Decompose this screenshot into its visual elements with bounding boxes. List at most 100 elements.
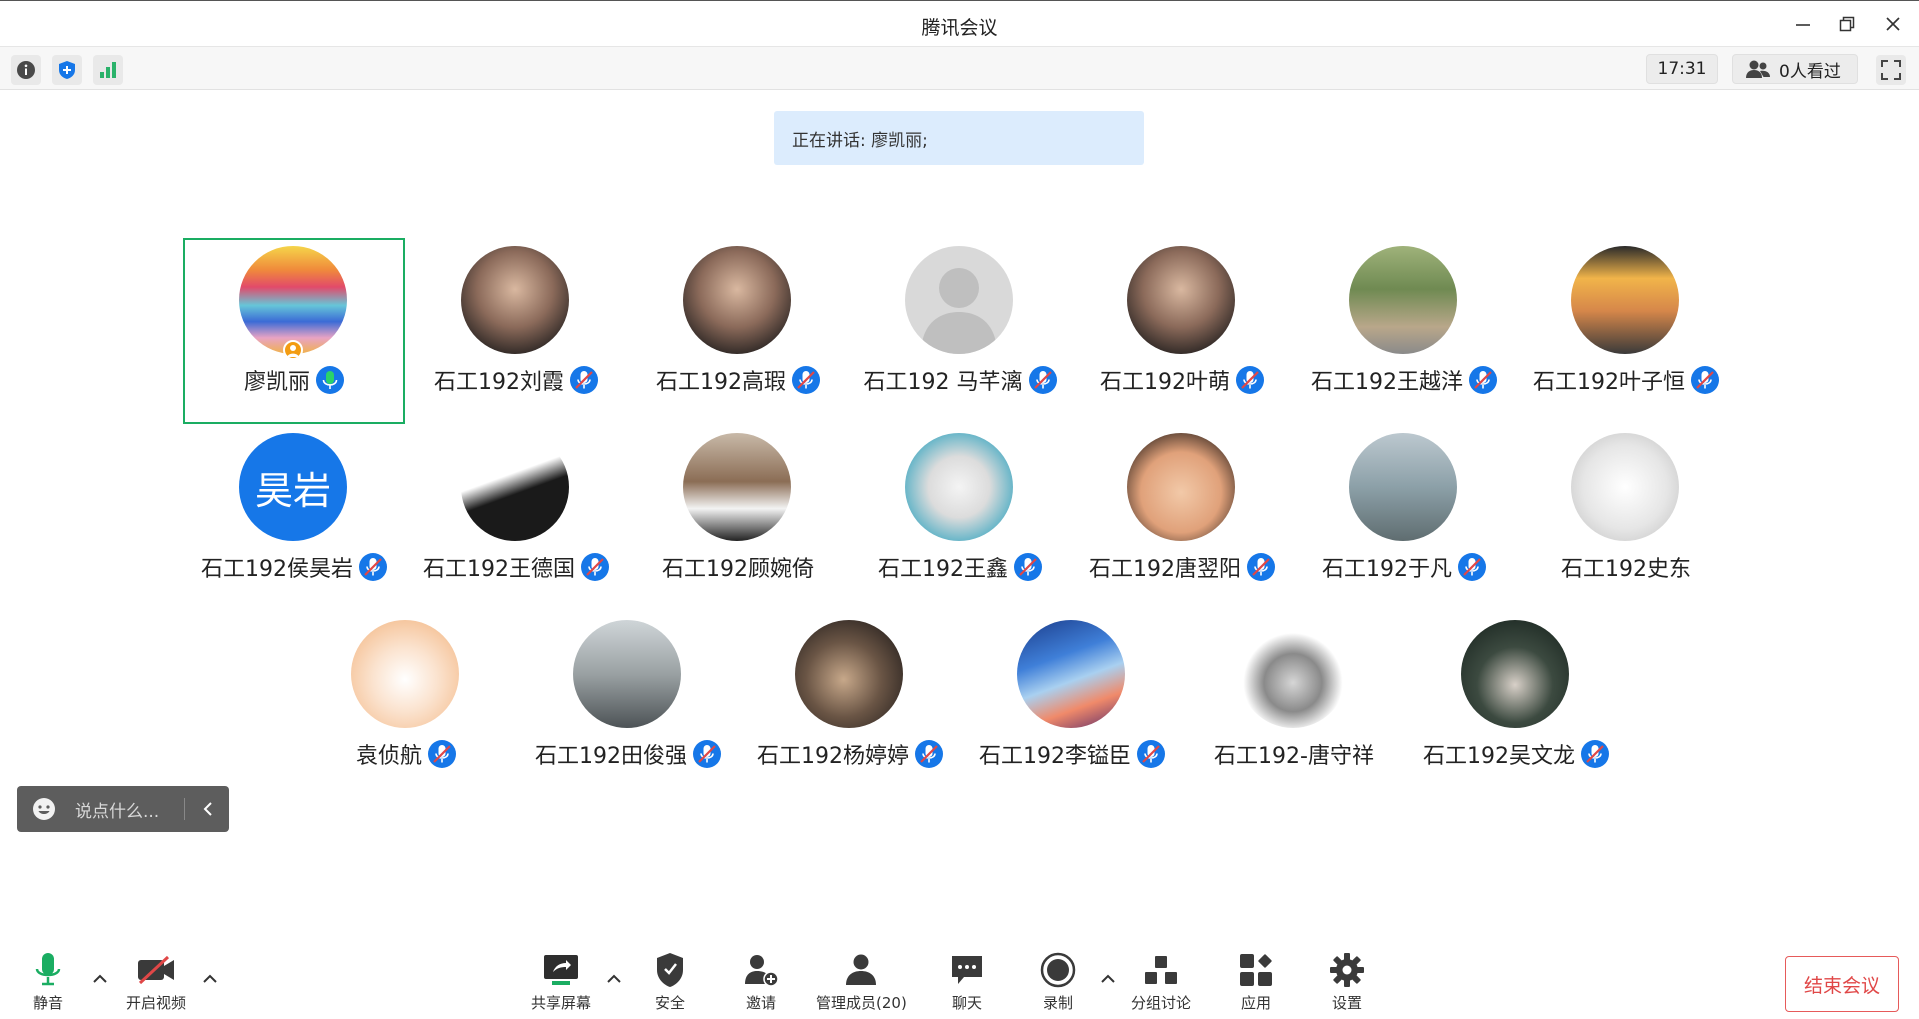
chevron-up-icon[interactable] (605, 970, 623, 988)
chevron-up-icon[interactable] (1099, 970, 1117, 988)
photo-child-avatar (1127, 433, 1235, 541)
invite-button[interactable]: 邀请 (741, 950, 781, 1013)
participant-name: 石工192叶萌 (1100, 370, 1230, 395)
participant-name-row: 石工192于凡 (1293, 551, 1515, 583)
invite-label: 邀请 (745, 994, 776, 1012)
mute-label: 静音 (32, 994, 63, 1012)
participant-name-row: 石工192吴文龙 (1405, 738, 1627, 770)
manage-members-button[interactable]: 管理成员(20) (816, 950, 907, 1013)
participant-tile[interactable]: 石工192 马芊漓 (849, 238, 1071, 424)
info-icon[interactable] (11, 55, 41, 85)
security-label: 安全 (654, 994, 685, 1012)
participant-tile[interactable]: 昊岩石工192侯昊岩 (183, 425, 405, 611)
participant-tile[interactable]: 石工192刘霞 (405, 238, 627, 424)
share-screen-icon (541, 950, 581, 990)
participant-name: 石工192高瑕 (656, 370, 786, 395)
participant-name: 石工192于凡 (1322, 557, 1452, 582)
participant-tile[interactable]: 石工192杨婷婷 (739, 612, 961, 798)
viewers-button[interactable]: 0人看过 (1732, 54, 1858, 84)
add-user-icon (741, 950, 781, 990)
minimize-icon[interactable] (1790, 11, 1816, 37)
apps-label: 应用 (1240, 994, 1271, 1012)
microphone-muted-icon (1247, 553, 1275, 581)
video-button[interactable]: 开启视频 (126, 950, 186, 1013)
participant-tile[interactable]: 袁侦航 (295, 612, 517, 798)
participant-tile[interactable]: 石工192史东 (1515, 425, 1737, 611)
meme-avatar (1239, 620, 1347, 728)
participant-name: 石工192史东 (1561, 557, 1691, 582)
microphone-muted-icon (1469, 366, 1497, 394)
end-meeting-button[interactable]: 结束会议 (1785, 956, 1899, 1012)
mute-button[interactable]: 静音 (28, 950, 68, 1013)
participant-tile[interactable]: 石工192王鑫 (849, 425, 1071, 611)
shield-icon[interactable] (52, 55, 82, 85)
record-button[interactable]: 录制 (1038, 950, 1078, 1013)
participant-name-row: 石工192刘霞 (405, 364, 627, 396)
signal-icon[interactable] (93, 55, 123, 85)
share-screen-button[interactable]: 共享屏幕 (531, 950, 591, 1013)
apps-button[interactable]: 应用 (1236, 950, 1276, 1013)
participant-tile[interactable]: 石工192叶子恒 (1515, 238, 1737, 424)
text-avatar: 昊岩 (239, 433, 347, 541)
settings-button[interactable]: 设置 (1327, 950, 1367, 1013)
participant-tile[interactable]: 廖凯丽 (183, 238, 405, 424)
emoji-icon[interactable] (31, 796, 57, 822)
microphone-muted-icon (792, 366, 820, 394)
microphone-muted-icon (428, 740, 456, 768)
meeting-info-bar: 17:31 0人看过 (0, 46, 1919, 90)
participant-tile[interactable]: 石工192王德国 (405, 425, 627, 611)
breakout-button[interactable]: 分组讨论 (1131, 950, 1191, 1013)
participant-tile[interactable]: 石工192王越洋 (1293, 238, 1515, 424)
participant-name: 石工192侯昊岩 (201, 557, 353, 582)
microphone-muted-icon (1581, 740, 1609, 768)
participant-name: 石工192吴文龙 (1423, 744, 1575, 769)
participant-name-row: 石工192史东 (1515, 551, 1737, 583)
participant-name-row: 石工192高瑕 (627, 364, 849, 396)
chat-button[interactable]: 聊天 (947, 950, 987, 1013)
participant-name: 廖凯丽 (243, 370, 310, 395)
chevron-left-icon[interactable] (201, 801, 215, 817)
photo-girl-avatar (1127, 246, 1235, 354)
participant-tile[interactable]: 石工192高瑕 (627, 238, 849, 424)
cat-avatar (905, 433, 1013, 541)
participant-tile[interactable]: 石工192顾婉倚 (627, 425, 849, 611)
avatar-text: 昊岩 (254, 468, 331, 513)
microphone-muted-icon (1014, 553, 1042, 581)
person-silhouette-icon (921, 268, 997, 354)
participant-tile[interactable]: 石工192田俊强 (517, 612, 739, 798)
microphone-muted-icon (915, 740, 943, 768)
participant-name: 石工192杨婷婷 (757, 744, 909, 769)
participant-name-row: 石工192叶子恒 (1515, 364, 1737, 396)
anime-avatar (461, 433, 569, 541)
title-bar: 腾讯会议 (0, 0, 1919, 46)
chat-icon (947, 950, 987, 990)
security-button[interactable]: 安全 (650, 950, 690, 1013)
participant-name-row: 石工192杨婷婷 (739, 738, 961, 770)
chat-placeholder[interactable]: 说点什么... (75, 797, 159, 822)
photo-street-avatar (573, 620, 681, 728)
chat-quick-input[interactable]: 说点什么... (17, 786, 229, 832)
photo-boy-avatar (683, 433, 791, 541)
microphone-muted-icon (693, 740, 721, 768)
participant-name: 石工192李镒臣 (979, 744, 1131, 769)
microphone-muted-icon (570, 366, 598, 394)
participant-name-row: 石工192李镒臣 (961, 738, 1183, 770)
close-icon[interactable] (1880, 11, 1906, 37)
fullscreen-icon[interactable] (1876, 55, 1906, 85)
participant-tile[interactable]: 石工192唐翌阳 (1071, 425, 1293, 611)
participant-tile[interactable]: 石工192于凡 (1293, 425, 1515, 611)
participant-tile[interactable]: 石工192叶萌 (1071, 238, 1293, 424)
participant-name: 石工192-唐守祥 (1214, 744, 1374, 769)
participant-tile[interactable]: 石工192吴文龙 (1405, 612, 1627, 798)
participant-tile[interactable]: 石工192李镒臣 (961, 612, 1183, 798)
chevron-up-icon[interactable] (91, 970, 109, 988)
participant-name: 石工192王越洋 (1311, 370, 1463, 395)
restore-icon[interactable] (1834, 11, 1860, 37)
cartoon-heart-avatar (351, 620, 459, 728)
chevron-up-icon[interactable] (201, 970, 219, 988)
participant-name-row: 袁侦航 (295, 738, 517, 770)
participant-name-row: 石工192侯昊岩 (183, 551, 405, 583)
microphone-muted-icon (1236, 366, 1264, 394)
apps-icon (1236, 950, 1276, 990)
participant-tile[interactable]: 石工192-唐守祥 (1183, 612, 1405, 798)
